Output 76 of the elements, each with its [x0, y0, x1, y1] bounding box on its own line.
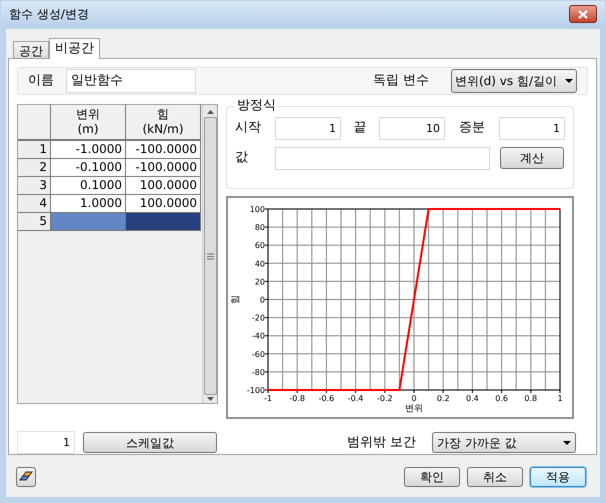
- row-header[interactable]: 2: [18, 159, 51, 177]
- tab[interactable]: 공간: [13, 41, 49, 58]
- caret-icon: [565, 79, 573, 83]
- y-tick-label: -20: [252, 314, 265, 323]
- y-tick-label: -100: [246, 386, 265, 395]
- extrapolation-dropdown[interactable]: 가장 가까운 값: [432, 432, 576, 453]
- y-tick-label: 20: [254, 277, 265, 286]
- end-field[interactable]: 10: [379, 116, 445, 140]
- x-tick-label: -0.4: [348, 394, 364, 403]
- start-field[interactable]: 1: [275, 116, 341, 140]
- x-tick-label: 0.4: [466, 394, 479, 403]
- y-tick-label: 100: [250, 205, 265, 214]
- y-tick-label: 40: [254, 259, 265, 268]
- name-field[interactable]: 일반함수: [66, 69, 196, 93]
- dialog-button[interactable]: 확인: [404, 467, 460, 487]
- y-tick-label: -80: [252, 368, 265, 377]
- y-tick-label: 80: [254, 223, 265, 232]
- row-header[interactable]: 1: [18, 141, 51, 159]
- step-field[interactable]: 1: [499, 116, 565, 140]
- dialog-button[interactable]: 적용: [530, 467, 586, 487]
- x-tick-label: -0.6: [318, 394, 334, 403]
- x-tick-label: 0: [411, 394, 417, 403]
- y-tick-label: 60: [254, 241, 265, 250]
- x-tick-label: 0.8: [524, 394, 538, 403]
- field-label: 증분: [458, 119, 486, 138]
- up-arrow-icon: [206, 110, 214, 114]
- dialog-button[interactable]: 취소: [467, 467, 523, 487]
- grip-icon: [206, 252, 214, 260]
- caret-icon: [563, 440, 571, 444]
- window-title: 함수 생성/변경: [9, 6, 89, 23]
- variable-dropdown[interactable]: 변위(d) vs 힘/길이: [451, 69, 577, 93]
- table-cell[interactable]: -0.1000: [51, 159, 126, 177]
- table-cell[interactable]: 0.1000: [51, 177, 126, 195]
- row-header[interactable]: 5: [18, 213, 51, 231]
- x-tick-label: -1: [264, 394, 272, 403]
- table-cell[interactable]: 100.0000: [126, 177, 201, 195]
- scale-field[interactable]: 1: [17, 431, 75, 454]
- value-field[interactable]: [275, 146, 490, 170]
- table-cell[interactable]: 1.0000: [51, 195, 126, 213]
- table-cell[interactable]: [51, 213, 126, 231]
- down-arrow-icon: [206, 397, 214, 401]
- scroll-thumb[interactable]: [204, 117, 216, 395]
- table-cell[interactable]: [126, 213, 201, 231]
- scale-button[interactable]: 스케일값: [83, 432, 217, 453]
- field-label: 이름: [28, 72, 55, 90]
- group-title: 방정식: [235, 98, 278, 114]
- field-label: 범위밖 보간: [346, 434, 416, 452]
- x-tick-label: -0.2: [377, 394, 393, 403]
- x-tick-label: -0.8: [289, 394, 305, 403]
- column-header: 변위 (m): [51, 105, 126, 141]
- table-cell[interactable]: -100.0000: [126, 159, 201, 177]
- table-cell[interactable]: -100.0000: [126, 141, 201, 159]
- y-tick-label: -60: [252, 350, 265, 359]
- eraser-button[interactable]: [16, 467, 36, 487]
- field-label: 끝: [352, 119, 368, 138]
- x-tick-label: 0.6: [495, 394, 508, 403]
- close-icon: [578, 10, 588, 18]
- field-label: 독립 변수: [372, 72, 429, 90]
- table-cell[interactable]: -1.0000: [51, 141, 126, 159]
- y-tick-label: -40: [252, 332, 265, 341]
- field-label: 시작: [235, 119, 262, 138]
- x-axis-label: 변위: [405, 404, 423, 414]
- compute-button[interactable]: 계산: [500, 147, 564, 169]
- eraser-icon: [19, 471, 33, 483]
- table-cell[interactable]: 100.0000: [126, 195, 201, 213]
- scrollbar[interactable]: [202, 105, 217, 403]
- y-tick-label: 0: [260, 296, 265, 304]
- close-button[interactable]: [569, 5, 597, 23]
- y-axis-label: 힘: [231, 295, 241, 304]
- tab[interactable]: 비공간: [49, 38, 100, 59]
- x-tick-label: 1: [557, 394, 563, 403]
- field-label: 값: [235, 149, 249, 168]
- row-header[interactable]: 3: [18, 177, 51, 195]
- row-header[interactable]: 4: [18, 195, 51, 213]
- column-header: 힘 (kN/m): [126, 105, 201, 141]
- x-tick-label: 0.2: [436, 394, 450, 403]
